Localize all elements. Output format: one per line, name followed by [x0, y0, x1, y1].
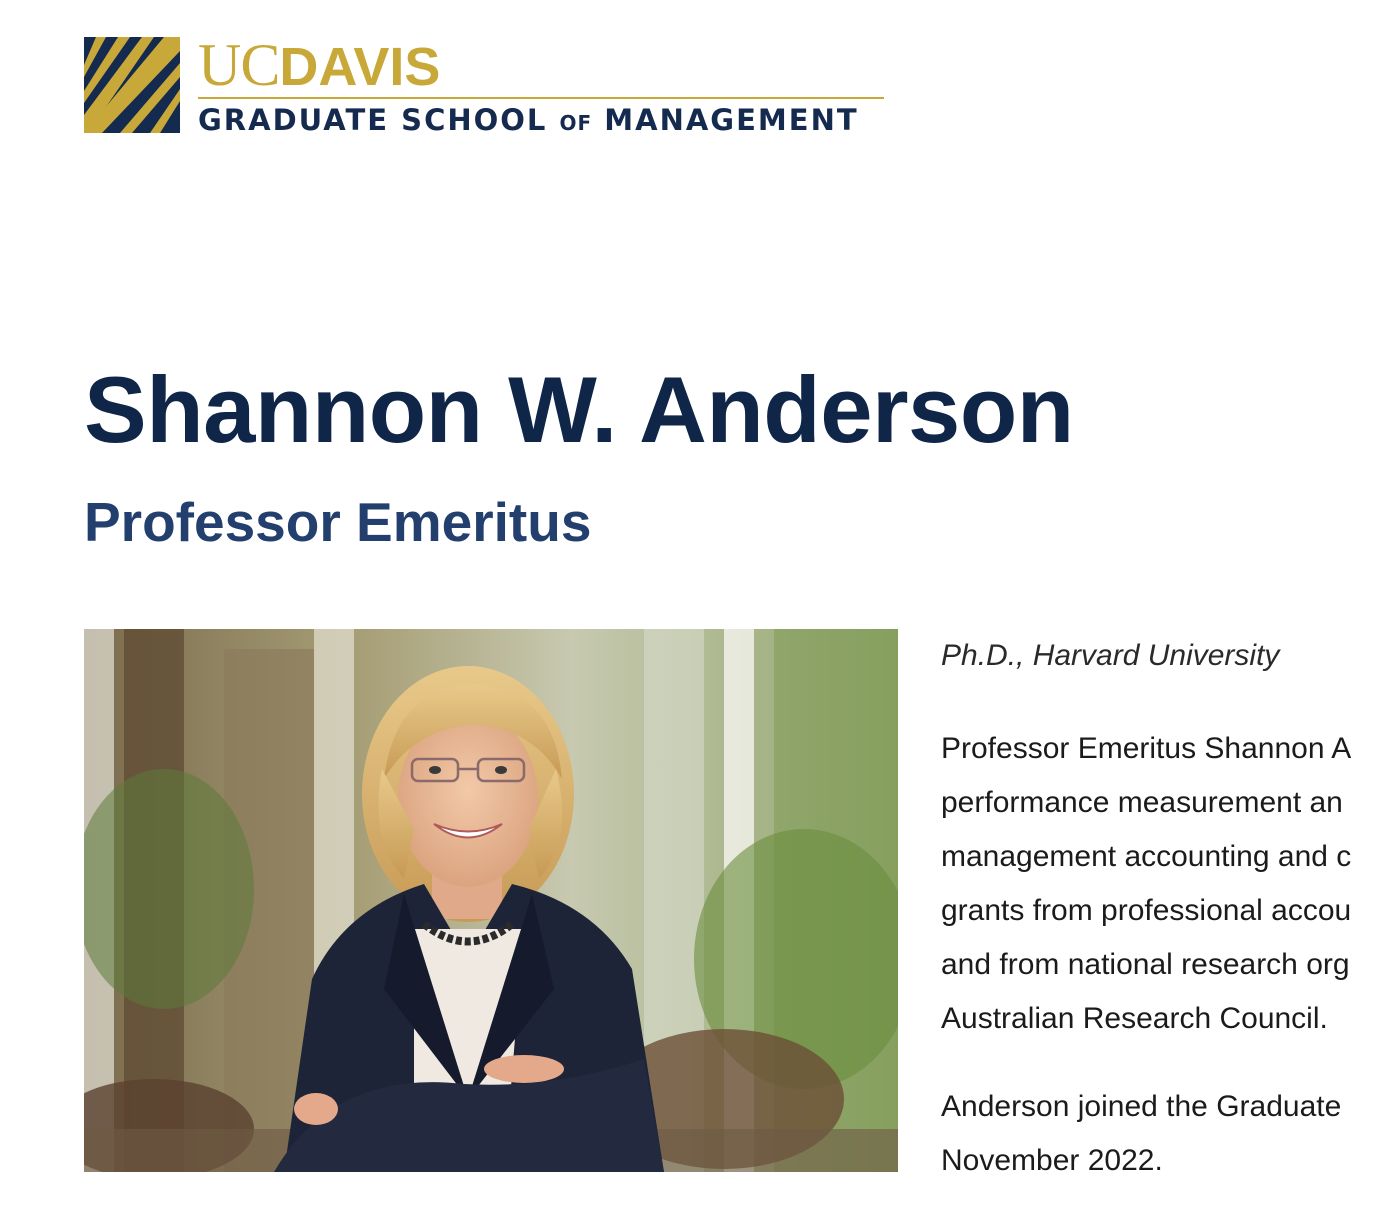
- profile-title: Professor Emeritus: [84, 491, 592, 553]
- logo-uc-text: UC: [198, 32, 280, 98]
- ucdavis-sunburst-icon: [84, 37, 180, 133]
- bio-line: Anderson joined the Graduate: [941, 1090, 1342, 1123]
- bio-paragraph-1: Professor Emeritus Shannon A performance…: [941, 722, 1390, 1046]
- bio-line: Australian Research Council.: [941, 1002, 1328, 1035]
- bio-paragraph-2: Anderson joined the Graduate November 20…: [941, 1080, 1390, 1188]
- logo-subtitle-part1: GRADUATE SCHOOL: [198, 103, 560, 137]
- logo-subtitle-part2: MANAGEMENT: [592, 103, 859, 137]
- bio-line: performance measurement an: [941, 786, 1343, 819]
- profile-name: Shannon W. Anderson: [84, 357, 1074, 462]
- logo-subtitle-of: OF: [559, 111, 593, 135]
- bio-line: Professor Emeritus Shannon A: [941, 732, 1352, 765]
- profile-page: UCDAVIS GRADUATE SCHOOL OF MANAGEMENT Sh…: [0, 0, 1390, 1216]
- profile-degree: Ph.D., Harvard University: [941, 639, 1280, 672]
- ucdavis-wordmark: UCDAVIS: [198, 35, 440, 97]
- bio-line: and from national research org: [941, 948, 1350, 981]
- bio-column: Ph.D., Harvard University Professor Emer…: [941, 634, 1390, 1188]
- ucdavis-gsm-logo[interactable]: UCDAVIS GRADUATE SCHOOL OF MANAGEMENT: [84, 35, 884, 136]
- bio-line: grants from professional accou: [941, 894, 1352, 927]
- bio-line: management accounting and c: [941, 840, 1352, 873]
- portrait-photo: [84, 629, 898, 1172]
- logo-divider: [198, 97, 884, 99]
- bio-line: November 2022.: [941, 1144, 1163, 1177]
- logo-subtitle: GRADUATE SCHOOL OF MANAGEMENT: [198, 104, 898, 139]
- logo-davis-text: DAVIS: [279, 37, 441, 97]
